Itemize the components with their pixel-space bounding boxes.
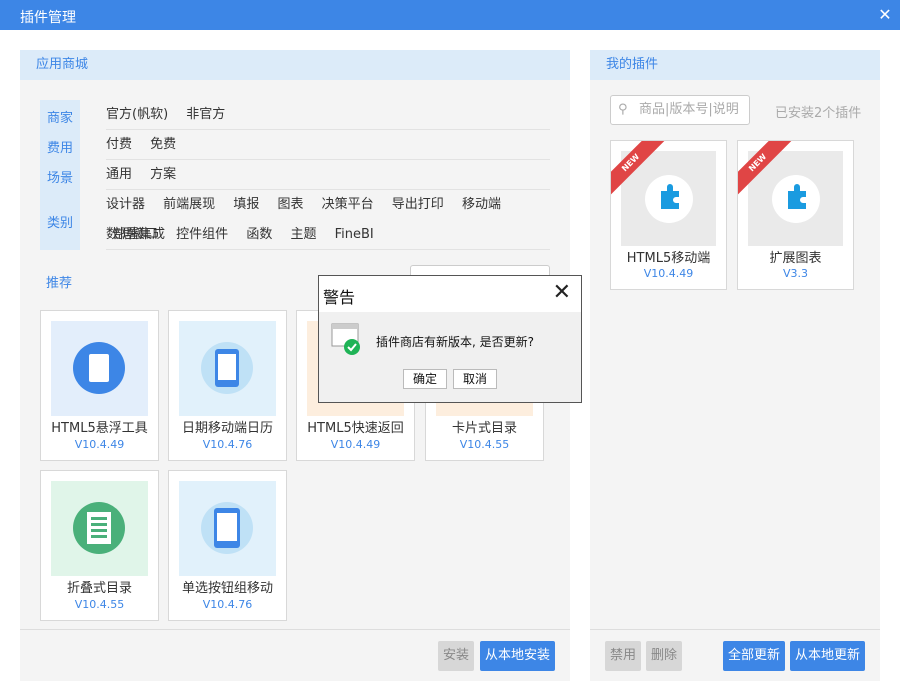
plugin-version: V10.4.76 [202,598,253,611]
scene-row: 通用 方案 [106,160,550,190]
store-header: 应用商城 [20,50,570,80]
plugin-version: V10.4.55 [74,598,125,611]
title-bar: 插件管理 ✕ [0,0,900,30]
plugin-name: HTML5悬浮工具 [51,421,148,436]
dialog-title: 警告 [323,288,356,307]
category-scene[interactable]: 场景 [40,167,80,186]
warning-dialog: 警告 ✕ 插件商店有新版本, 是否更新? 确定 取消 [318,275,582,403]
my-plugins-panel: 我的插件 ⚲ 商品|版本号|说明 已安装2个插件 NEW HTML5移动端 V1… [590,50,880,681]
window-title: 插件管理 [20,10,76,26]
type-option[interactable]: 决策平台 [315,190,381,220]
fee-paid[interactable]: 付费 [106,130,139,160]
my-plugins-search-input[interactable]: ⚲ 商品|版本号|说明 [610,95,750,125]
category-type[interactable]: 类别 [40,212,80,231]
category-fee[interactable]: 费用 [40,137,80,156]
delete-button[interactable]: 删除 [646,641,682,671]
collapse-catalog-icon [73,502,125,554]
type-option[interactable]: 导出打印 [385,190,451,220]
type-option[interactable]: 函数 [239,220,279,250]
type-option[interactable]: 图表 [270,190,310,220]
plugin-name: HTML5快速返回 [307,421,404,436]
float-tool-icon [73,342,125,394]
recommend-label: 推荐 [46,276,73,291]
installed-plugin-card[interactable]: NEW HTML5移动端 V10.4.49 [610,140,727,290]
plugin-name: 扩展图表 [769,251,822,266]
plugin-version: V10.4.49 [74,438,125,451]
dialog-message: 插件商店有新版本, 是否更新? [376,335,534,349]
type-option[interactable]: 移动端 [455,190,508,220]
plugin-name: 卡片式目录 [451,421,517,436]
my-plugins-header: 我的插件 [590,50,880,80]
search-icon: ⚲ [618,102,628,117]
plugin-name: 折叠式目录 [66,581,132,596]
update-success-icon [331,323,360,355]
type-option[interactable]: FineBI [328,220,381,250]
update-all-button[interactable]: 全部更新 [723,641,785,671]
type-option[interactable]: 数据接口 [106,220,165,250]
type-row-2: 数据接口 控件组件 函数 主题 FineBI [106,220,550,250]
plugin-thumbnail [179,321,276,416]
plugin-name: 单选按钮组移动 [181,581,273,596]
radio-group-icon [201,502,253,554]
plugin-version: V10.4.55 [459,438,510,451]
plugin-version: V10.4.76 [202,438,253,451]
plugin-version: V10.4.49 [330,438,381,451]
store-footer: 安装 从本地安装 [20,629,570,681]
plugin-card[interactable]: HTML5悬浮工具 V10.4.49 [40,310,159,461]
type-row-1: 设计器 前端展现 填报 图表 决策平台 导出打印 移动端 部署集成 [106,190,550,242]
type-option[interactable]: 设计器 [106,190,152,220]
installed-plugin-card[interactable]: NEW 扩展图表 V3.3 [737,140,854,290]
plugin-card[interactable]: 单选按钮组移动 V10.4.76 [168,470,287,621]
search-placeholder: 商品|版本号|说明 [639,102,739,117]
plugin-version: V10.4.49 [643,267,694,280]
vendor-unofficial[interactable]: 非官方 [179,100,232,130]
plugin-card[interactable]: 折叠式目录 V10.4.55 [40,470,159,621]
dialog-cancel-button[interactable]: 取消 [453,369,497,389]
scene-solution[interactable]: 方案 [143,160,183,190]
my-plugins-footer: 禁用 删除 全部更新 从本地更新 [590,629,880,681]
vendor-official[interactable]: 官方(帆软) [106,100,175,130]
installed-count: 已安装2个插件 [775,106,862,121]
plugin-version: V3.3 [782,267,809,280]
dialog-close-icon[interactable]: ✕ [553,280,571,305]
plugin-thumbnail [51,321,148,416]
category-vendor[interactable]: 商家 [40,107,80,126]
disable-button[interactable]: 禁用 [605,641,641,671]
dialog-ok-button[interactable]: 确定 [403,369,447,389]
type-option[interactable]: 填报 [226,190,266,220]
fee-free[interactable]: 免费 [143,130,183,160]
install-button[interactable]: 安装 [438,641,474,671]
update-local-button[interactable]: 从本地更新 [790,641,865,671]
close-icon[interactable]: ✕ [870,0,900,30]
type-option[interactable]: 控件组件 [169,220,235,250]
plugin-thumbnail [51,481,148,576]
plugin-thumbnail [179,481,276,576]
vendor-row: 官方(帆软) 非官方 [106,100,550,130]
scene-general[interactable]: 通用 [106,160,139,190]
plugin-name: 日期移动端日历 [181,421,273,436]
install-local-button[interactable]: 从本地安装 [480,641,555,671]
mobile-calendar-icon [201,342,253,394]
plugin-name: HTML5移动端 [626,251,711,266]
dialog-header: 警告 ✕ [319,276,581,312]
plugin-card[interactable]: 日期移动端日历 V10.4.76 [168,310,287,461]
type-option[interactable]: 主题 [283,220,323,250]
type-option[interactable]: 前端展现 [156,190,222,220]
fee-row: 付费 免费 [106,130,550,160]
